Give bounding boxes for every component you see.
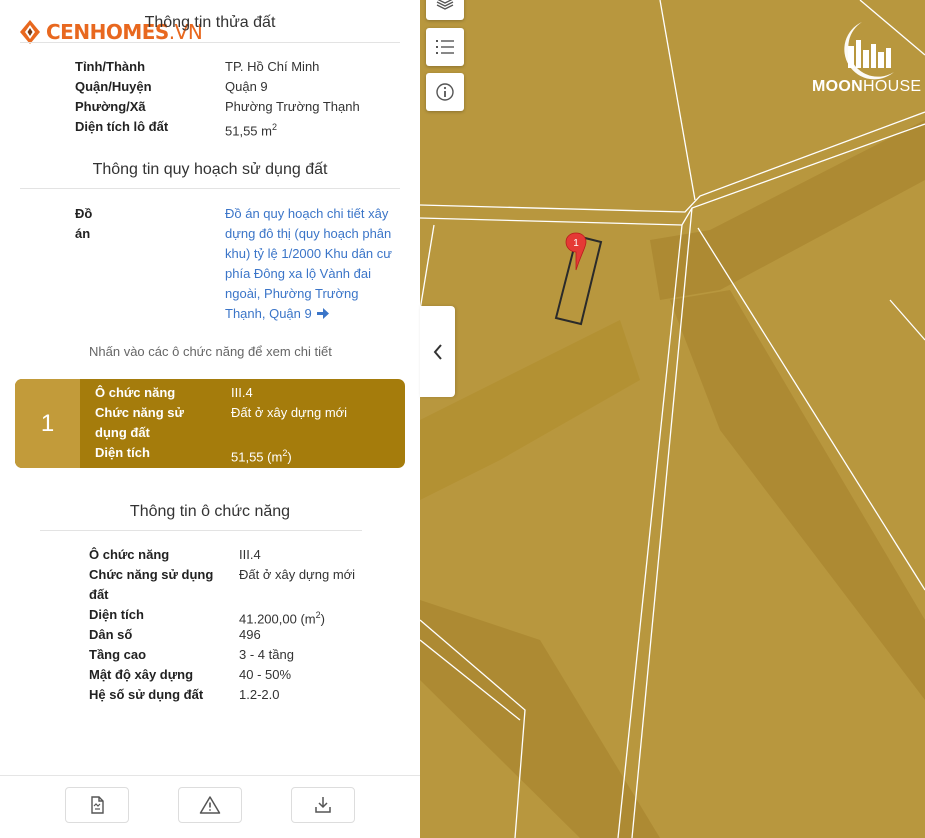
map-road-band [670, 290, 925, 700]
function-info-divider [40, 530, 362, 531]
warning-icon [199, 796, 221, 814]
card-landuse-value: Đất ở xây dựng mới [231, 405, 348, 420]
info-button[interactable] [426, 73, 464, 111]
download-icon [315, 797, 331, 813]
map-road-line [631, 207, 693, 838]
panel-footer [0, 775, 420, 838]
download-button[interactable] [291, 787, 355, 823]
map-road-band [420, 600, 660, 838]
land-area-value: 51,55 m2 [225, 122, 277, 139]
map-marker-label: 1 [573, 238, 579, 249]
card-area-label: Diện tích [95, 445, 150, 460]
map-road-line [617, 224, 683, 838]
map-canvas[interactable]: 1 [420, 0, 925, 838]
card-function-label: Ô chức năng [95, 385, 176, 400]
document-icon [91, 796, 104, 814]
list-icon [436, 40, 454, 54]
planning-info-divider [20, 188, 400, 189]
card-area-value: 51,55 (m2) [231, 448, 292, 465]
land-ward-label: Phường/Xã [75, 99, 146, 114]
land-district-label: Quận/Huyện [75, 79, 152, 94]
land-info-title: Thông tin thửa đất [144, 14, 276, 31]
function-card[interactable]: 1 Ô chức năng III.4 Chức năng sử dụng đấ… [15, 379, 405, 468]
function-info-title: Thông tin ô chức năng [129, 503, 291, 520]
card-landuse-label-line1: Chức năng sử [95, 405, 184, 420]
land-province-value: TP. Hồ Chí Minh [225, 59, 320, 74]
legend-list-button[interactable] [426, 28, 464, 66]
card-landuse-label-line2: dụng đất [95, 425, 150, 440]
layers-icon [436, 0, 454, 10]
card-function-value: III.4 [231, 385, 253, 400]
info-panel: CENHOMES.VN Thông tin thửa đất Tỉnh/Thàn… [0, 0, 420, 838]
land-district-value: Quận 9 [225, 79, 268, 94]
document-button[interactable] [65, 787, 129, 823]
planning-info-title: Thông tin quy hoạch sử dụng đất [92, 161, 328, 178]
moonhouse-wordmark: MOONHOUSE [812, 78, 922, 95]
function-hint: Nhấn vào các ô chức năng để xem chi tiết [89, 344, 332, 359]
land-area-label: Diện tích lô đất [75, 119, 169, 134]
info-icon [436, 83, 454, 101]
map-road-line [889, 299, 925, 341]
map-road-line [420, 224, 435, 311]
plan-detail-link[interactable]: Đồ án quy hoạch chi tiết xây dựng đô thị… [225, 204, 400, 324]
layers-button[interactable] [426, 0, 464, 20]
land-ward-value: Phường Trường Thạnh [225, 99, 360, 114]
land-info-divider [20, 42, 400, 43]
chevron-left-icon [433, 343, 442, 360]
land-province-label: Tỉnh/Thành [75, 59, 146, 74]
function-card-number: 1 [15, 379, 80, 468]
map-road-line [659, 0, 696, 201]
report-button[interactable] [178, 787, 242, 823]
collapse-panel-button[interactable] [420, 306, 455, 397]
map-view[interactable]: 1 [420, 0, 925, 838]
arrow-right-icon [317, 308, 330, 319]
